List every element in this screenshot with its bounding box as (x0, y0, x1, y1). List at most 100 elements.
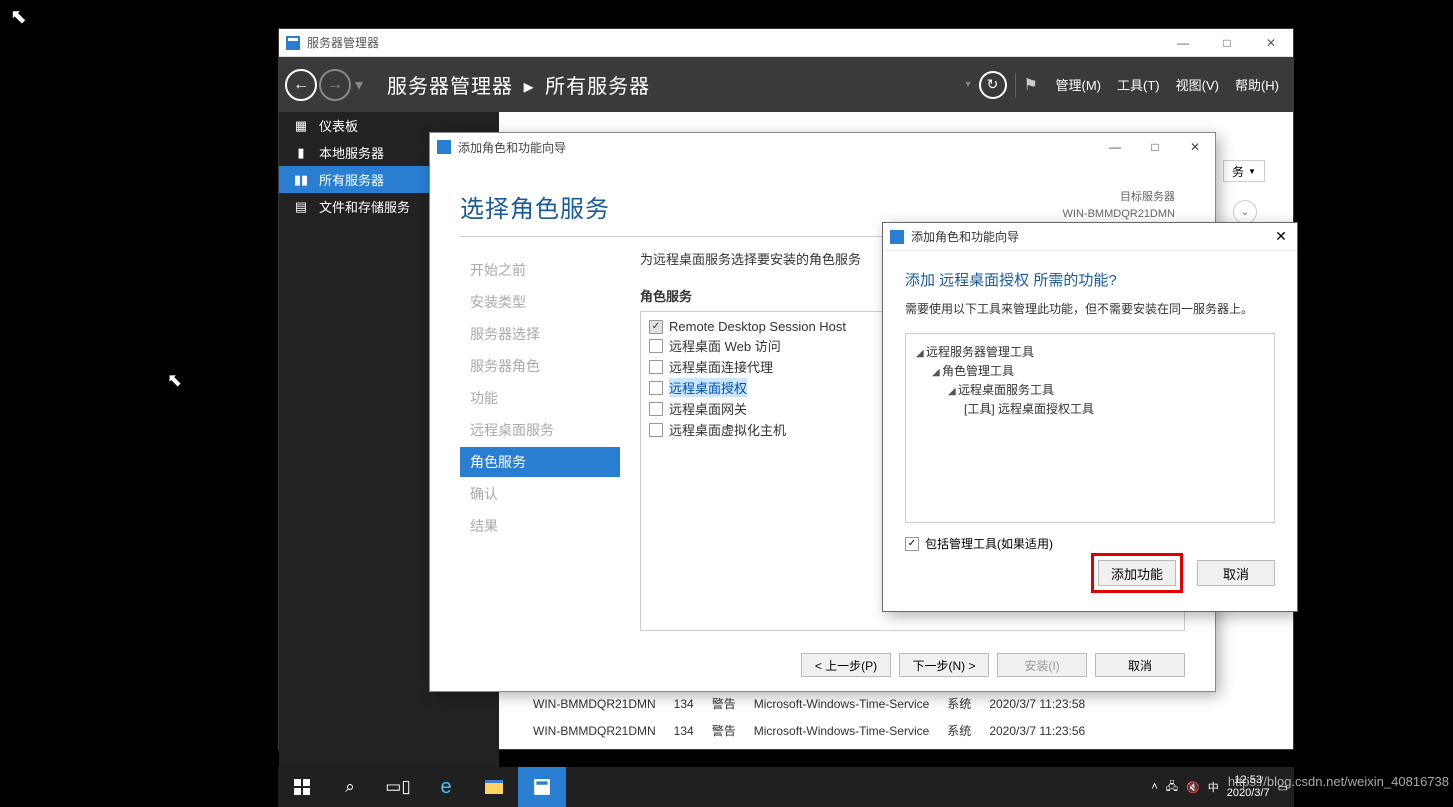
volume-icon[interactable]: 🔇 (1186, 781, 1200, 794)
server-manager-task-button[interactable] (518, 767, 566, 807)
taskbar: ⌕ ▭▯ e ˄ 🖧 🔇 中 12:53 2020/3/7 ▭ (278, 767, 1294, 807)
notifications-flag-icon[interactable]: ⚑ (1024, 75, 1044, 95)
breadcrumb-current: 所有服务器 (545, 76, 650, 98)
install-button: 安装(I) (997, 653, 1087, 677)
header-bar: ← → ▾ 服务器管理器 ▸ 所有服务器 ▾ ↻ ⚑ 管理(M) 工具(T) 视… (279, 57, 1293, 112)
popup-title: 添加角色和功能向导 (911, 228, 1265, 245)
menu-tools[interactable]: 工具(T) (1113, 75, 1164, 94)
maximize-button[interactable]: □ (1135, 133, 1175, 161)
cursor-icon: ⬉ (167, 370, 182, 391)
close-button[interactable]: ✕ (1175, 133, 1215, 161)
minimize-button[interactable]: — (1095, 133, 1135, 161)
step-confirm[interactable]: 确认 (460, 479, 620, 509)
step-features[interactable]: 功能 (460, 383, 620, 413)
minimize-button[interactable]: — (1161, 29, 1205, 57)
sidebar-item-label: 仪表板 (319, 116, 358, 135)
tree-node[interactable]: ◢远程服务器管理工具 (916, 342, 1264, 361)
filter-area: 务▼ (1223, 160, 1265, 182)
features-tree: ◢远程服务器管理工具 ◢角色管理工具 ◢远程桌面服务工具 [工具] 远程桌面授权… (905, 333, 1275, 523)
checkbox-checked-icon[interactable]: ✓ (649, 320, 663, 334)
sidebar-item-label: 本地服务器 (319, 143, 384, 162)
checkbox-icon[interactable] (649, 402, 663, 416)
dashboard-icon: ▦ (293, 118, 309, 134)
close-button[interactable]: ✕ (1249, 29, 1293, 57)
caret-down-icon: ▼ (1248, 167, 1256, 176)
windows-logo-icon (294, 779, 310, 795)
all-servers-icon: ▮▮ (293, 172, 309, 188)
start-button[interactable] (278, 767, 326, 807)
ime-icon[interactable]: 中 (1208, 779, 1219, 795)
titlebar[interactable]: 服务器管理器 — □ ✕ (279, 29, 1293, 57)
nav-forward-button[interactable]: → (319, 69, 351, 101)
local-server-icon: ▮ (293, 145, 309, 161)
wizard-titlebar[interactable]: 添加角色和功能向导 — □ ✕ (430, 133, 1215, 161)
wizard-icon (436, 139, 452, 155)
table-row[interactable]: WIN-BMMDQR21DMN 134 警告 Microsoft-Windows… (525, 691, 1093, 716)
wizard-icon (889, 229, 905, 245)
popup-description: 需要使用以下工具来管理此功能，但不需要安装在同一服务器上。 (883, 300, 1297, 327)
maximize-button[interactable]: □ (1205, 29, 1249, 57)
wizard-footer: < 上一步(P) 下一步(N) > 安装(I) 取消 (801, 653, 1185, 677)
add-features-button[interactable]: 添加功能 (1098, 560, 1176, 586)
dropdown-caret-icon[interactable]: ▾ (965, 79, 970, 90)
wizard-steps: 开始之前 安装类型 服务器选择 服务器角色 功能 远程桌面服务 角色服务 确认 … (460, 249, 620, 637)
checkbox-icon[interactable] (649, 423, 663, 437)
checkbox-icon[interactable] (649, 339, 663, 353)
menu-manage[interactable]: 管理(M) (1052, 75, 1106, 94)
popup-titlebar[interactable]: 添加角色和功能向导 ✕ (883, 223, 1297, 251)
step-role-services[interactable]: 角色服务 (460, 447, 620, 477)
tree-node[interactable]: [工具] 远程桌面授权工具 (916, 399, 1264, 418)
divider (1015, 73, 1016, 97)
breadcrumb-root: 服务器管理器 (387, 76, 513, 98)
breadcrumb-separator-icon: ▸ (524, 76, 535, 98)
step-before[interactable]: 开始之前 (460, 255, 620, 285)
events-table: WIN-BMMDQR21DMN 134 警告 Microsoft-Windows… (523, 689, 1095, 745)
task-dropdown[interactable]: 务▼ (1223, 160, 1265, 182)
checkbox-checked-icon[interactable]: ✓ (905, 537, 919, 551)
prev-button[interactable]: < 上一步(P) (801, 653, 891, 677)
target-server-info: 目标服务器 WIN-BMMDQR21DMN (1063, 189, 1175, 222)
checkbox-icon[interactable] (649, 360, 663, 374)
next-button[interactable]: 下一步(N) > (899, 653, 989, 677)
step-install-type[interactable]: 安装类型 (460, 287, 620, 317)
nav-back-button[interactable]: ← (285, 69, 317, 101)
menu-view[interactable]: 视图(V) (1172, 75, 1223, 94)
cancel-button[interactable]: 取消 (1095, 653, 1185, 677)
cancel-button[interactable]: 取消 (1197, 560, 1275, 586)
search-button[interactable]: ⌕ (326, 767, 374, 807)
close-button[interactable]: ✕ (1265, 223, 1297, 251)
checkbox-icon[interactable] (649, 381, 663, 395)
server-manager-icon (533, 778, 551, 796)
task-view-button[interactable]: ▭▯ (374, 767, 422, 807)
popup-footer: 添加功能 取消 (1091, 553, 1275, 593)
tray-up-icon[interactable]: ˄ (1151, 781, 1157, 793)
collapse-button[interactable]: ⌄ (1233, 200, 1257, 224)
step-server-select[interactable]: 服务器选择 (460, 319, 620, 349)
network-icon[interactable]: 🖧 (1166, 778, 1178, 797)
server-manager-icon (285, 35, 301, 51)
refresh-button[interactable]: ↻ (979, 71, 1007, 99)
tree-node[interactable]: ◢角色管理工具 (916, 361, 1264, 380)
popup-heading: 添加 远程桌面授权 所需的功能? (883, 251, 1297, 300)
breadcrumb[interactable]: 服务器管理器 ▸ 所有服务器 (387, 70, 650, 99)
cursor-icon: ⬉ (10, 4, 27, 29)
table-row[interactable]: WIN-BMMDQR21DMN 134 警告 Microsoft-Windows… (525, 718, 1093, 743)
step-server-roles[interactable]: 服务器角色 (460, 351, 620, 381)
wizard-title: 添加角色和功能向导 (458, 139, 1095, 156)
tree-caret-icon: ◢ (948, 386, 958, 397)
tree-caret-icon: ◢ (916, 348, 926, 359)
tree-node[interactable]: ◢远程桌面服务工具 (916, 380, 1264, 399)
nav-history-dropdown[interactable]: ▾ (355, 75, 369, 95)
highlight-annotation: 添加功能 (1091, 553, 1183, 593)
menu-help[interactable]: 帮助(H) (1231, 75, 1283, 94)
window-title: 服务器管理器 (307, 34, 1161, 51)
add-features-popup: 添加角色和功能向导 ✕ 添加 远程桌面授权 所需的功能? 需要使用以下工具来管理… (882, 222, 1298, 612)
wizard-heading: 选择角色服务 (460, 189, 610, 224)
sidebar-item-label: 所有服务器 (319, 170, 384, 189)
ie-button[interactable]: e (422, 767, 470, 807)
file-storage-icon: ▤ (293, 199, 309, 215)
step-results[interactable]: 结果 (460, 511, 620, 541)
tree-caret-icon: ◢ (932, 367, 942, 378)
explorer-button[interactable] (470, 767, 518, 807)
step-rds[interactable]: 远程桌面服务 (460, 415, 620, 445)
